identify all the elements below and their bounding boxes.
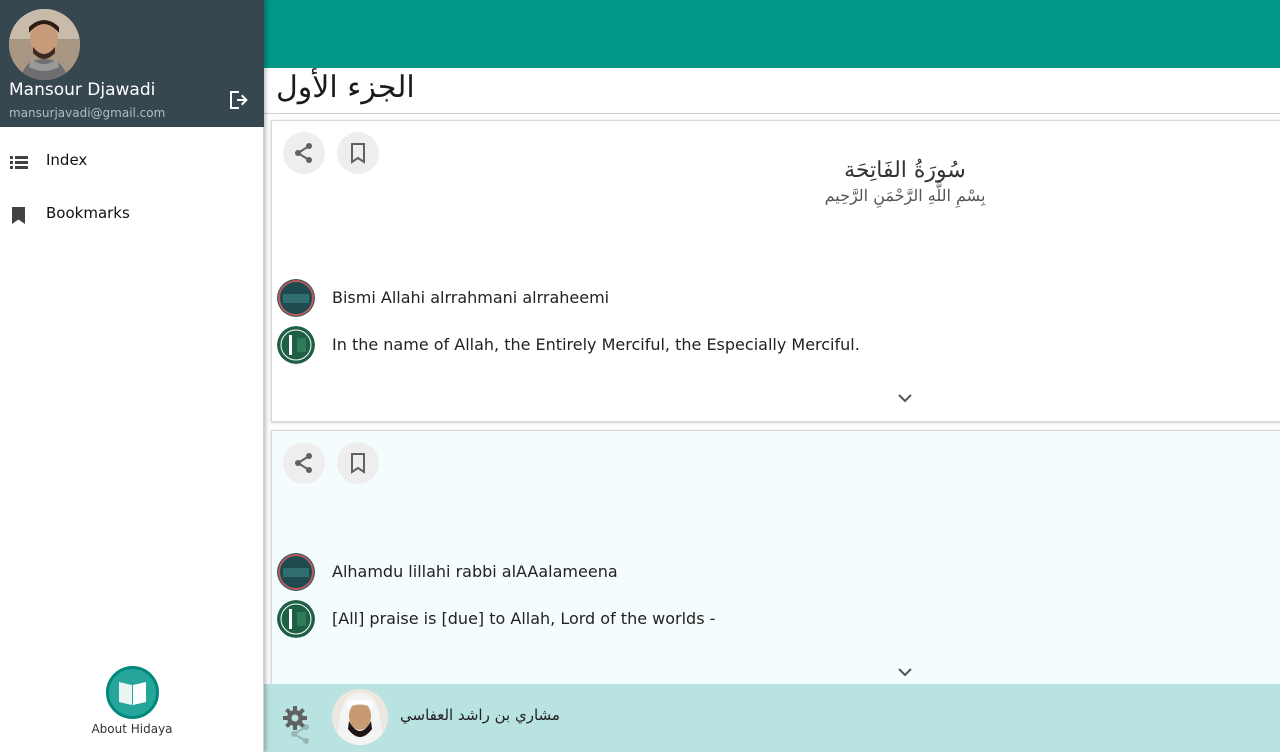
bookmark-outline-icon — [351, 143, 365, 164]
bookmark-button[interactable] — [337, 442, 379, 484]
avatar[interactable] — [9, 9, 80, 80]
user-email: mansurjavadi@gmail.com — [9, 106, 166, 120]
about-label: About Hidaya — [91, 722, 173, 736]
quran-translation-icon — [277, 600, 315, 638]
audio-player-bar: مشاري بن راشد العفاسي — [264, 684, 1280, 752]
profile-header: Mansour Djawadi mansurjavadi@gmail.com — [0, 0, 264, 127]
logout-icon[interactable] — [226, 88, 250, 112]
quran-app-icon — [277, 279, 315, 317]
verse-card: Alhamdu lillahi rabbi alAAalameena [All]… — [271, 430, 1280, 692]
navigation-drawer: Mansour Djawadi mansurjavadi@gmail.com I… — [0, 0, 264, 752]
verse-translation: In the name of Allah, the Entirely Merci… — [332, 335, 860, 354]
translation-row: [All] praise is [due] to Allah, Lord of … — [277, 600, 1267, 640]
sidebar-item-bookmarks[interactable]: Bookmarks — [0, 194, 263, 234]
verse-transliteration: Alhamdu lillahi rabbi alAAalameena — [332, 562, 618, 581]
quran-app-icon — [277, 553, 315, 591]
basmala: بِسْمِ اللَّهِ الرَّحْمَنِ الرَّحِيم — [824, 186, 986, 205]
expand-chevron-icon[interactable] — [894, 387, 916, 409]
juz-header: الجزء الأول — [264, 68, 1280, 114]
app-bar — [264, 0, 1280, 68]
transliteration-row: Bismi Allahi alrrahmani alrraheemi — [277, 279, 1267, 319]
list-icon — [9, 152, 29, 172]
translation-row: In the name of Allah, the Entirely Merci… — [277, 326, 1267, 366]
share-icon[interactable] — [288, 722, 312, 746]
verse-translation: [All] praise is [due] to Allah, Lord of … — [332, 609, 716, 628]
verse-card: سُورَةُ الفَاتِحَة بِسْمِ اللَّهِ الرَّح… — [271, 120, 1280, 422]
surah-header: سُورَةُ الفَاتِحَة بِسْمِ اللَّهِ الرَّح… — [812, 157, 998, 207]
sidebar-item-index[interactable]: Index — [0, 141, 263, 181]
user-name: Mansour Djawadi — [9, 80, 156, 100]
about-hidaya-button[interactable]: About Hidaya — [82, 666, 182, 742]
bookmark-icon — [9, 205, 29, 225]
reciter-avatar[interactable] — [332, 689, 388, 745]
share-icon — [295, 143, 312, 163]
expand-chevron-icon[interactable] — [894, 661, 916, 683]
quran-translation-icon — [277, 326, 315, 364]
share-button[interactable] — [283, 442, 325, 484]
share-button[interactable] — [283, 132, 325, 174]
share-icon — [295, 453, 312, 473]
bookmark-outline-icon — [351, 453, 365, 474]
bookmark-button[interactable] — [337, 132, 379, 174]
transliteration-row: Alhamdu lillahi rabbi alAAalameena — [277, 553, 1267, 593]
sidebar-item-label: Bookmarks — [46, 204, 130, 222]
hidaya-logo-icon — [106, 666, 159, 719]
verse-transliteration: Bismi Allahi alrrahmani alrraheemi — [332, 288, 610, 307]
sidebar-item-label: Index — [46, 151, 88, 169]
juz-title: الجزء الأول — [276, 70, 415, 105]
reciter-name: مشاري بن راشد العفاسي — [400, 706, 560, 724]
surah-name: سُورَةُ الفَاتِحَة — [844, 158, 966, 183]
